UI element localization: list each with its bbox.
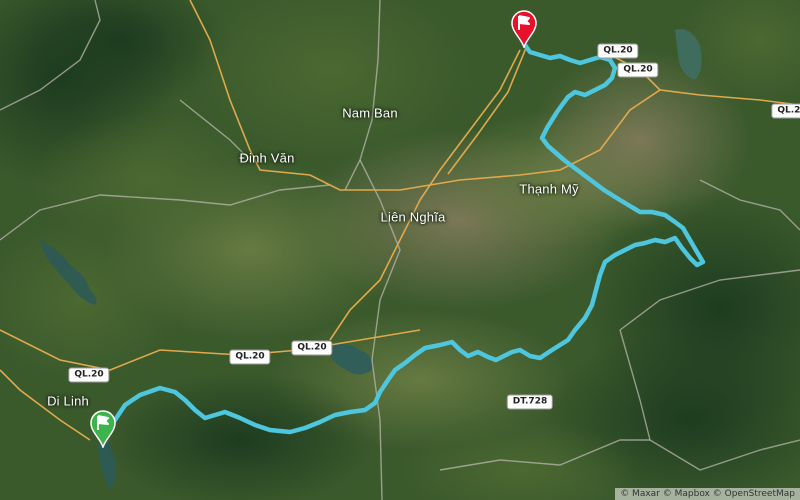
map-view[interactable]: Nam Ban Đinh Văn Thạnh Mỹ Liên Nghĩa Di … (0, 0, 800, 500)
attribution-osm-link[interactable]: © OpenStreetMap (713, 489, 795, 499)
attribution-mapbox-link[interactable]: © Mapbox (663, 489, 710, 499)
map-attribution: © Maxar © Mapbox © OpenStreetMap (615, 488, 800, 500)
road-shield-dt728: DT.728 (506, 394, 554, 410)
green-flag-icon[interactable] (88, 408, 118, 448)
attribution-maxar-link[interactable]: © Maxar (620, 489, 660, 499)
road-shield-ql20: QL.20 (68, 367, 110, 383)
road-shield-ql20: QL.20 (617, 62, 659, 78)
place-label-lien-nghia: Liên Nghĩa (380, 209, 446, 225)
place-label-nam-ban: Nam Ban (342, 105, 398, 121)
road-shield-ql20: QL.20 (229, 349, 271, 365)
road-shield-ql20: QL.20 (771, 103, 800, 119)
route-line (102, 42, 706, 435)
place-label-dinh-van: Đinh Văn (239, 150, 295, 166)
road-shield-ql20: QL.20 (291, 340, 333, 356)
route-layer (102, 42, 706, 435)
red-flag-icon[interactable] (509, 8, 539, 48)
road-shield-ql20: QL.20 (597, 43, 639, 59)
place-label-thanh-my: Thạnh Mỹ (519, 181, 579, 197)
place-label-di-linh: Di Linh (47, 393, 89, 409)
